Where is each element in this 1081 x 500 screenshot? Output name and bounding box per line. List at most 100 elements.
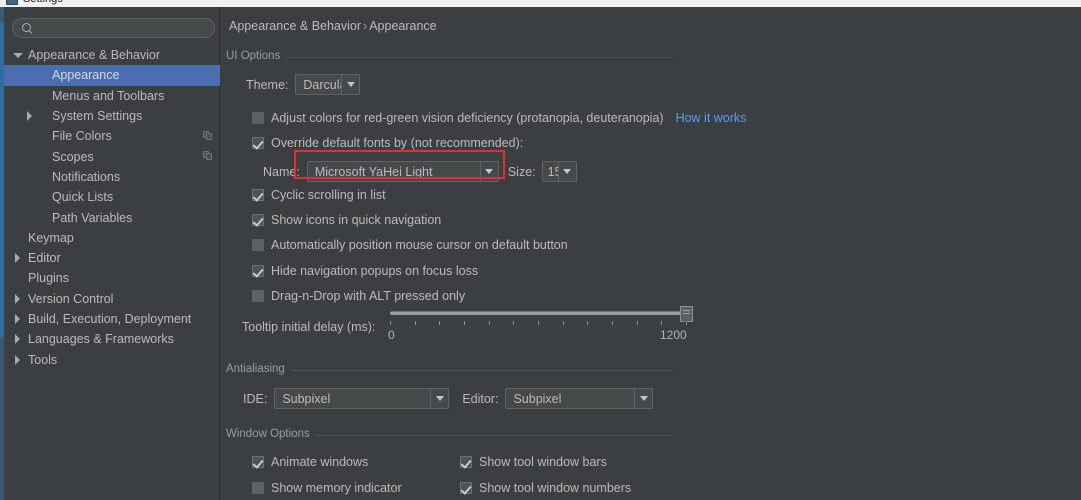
theme-label: Theme: bbox=[246, 77, 289, 92]
cyclic-scrolling-row: Cyclic scrolling in list bbox=[252, 188, 386, 202]
chevron-down-icon[interactable] bbox=[557, 162, 576, 181]
sidebar-item-file-colors[interactable]: File Colors bbox=[4, 126, 220, 146]
settings-content-panel: Appearance & Behavior › Appearance UI Opti… bbox=[221, 7, 1081, 500]
window-options-group-header: Window Options bbox=[226, 428, 673, 442]
chevron-right-icon[interactable] bbox=[12, 313, 24, 325]
override-fonts-row: Override default fonts by (not recommend… bbox=[252, 136, 523, 150]
font-name-combo[interactable]: Microsoft YaHei Light bbox=[306, 161, 499, 182]
theme-combo-value: Darcula bbox=[303, 77, 341, 92]
show-tool-window-numbers-checkbox[interactable] bbox=[460, 482, 472, 494]
ide-antialiasing-combo[interactable]: Subpixel bbox=[274, 388, 450, 409]
ui-options-group-header: UI Options bbox=[226, 50, 673, 64]
sidebar-item-editor[interactable]: Editor bbox=[4, 248, 220, 268]
chevron-down-icon[interactable] bbox=[341, 75, 360, 94]
sidebar-item-build-execution-deployment[interactable]: Build, Execution, Deployment bbox=[4, 309, 220, 329]
sidebar-item-languages-frameworks[interactable]: Languages & Frameworks bbox=[4, 329, 220, 349]
how-it-works-link[interactable]: How it works bbox=[676, 111, 747, 125]
sidebar-item-label: Path Variables bbox=[52, 210, 133, 225]
sidebar-item-version-control[interactable]: Version Control bbox=[4, 289, 220, 309]
slider-tick bbox=[414, 321, 416, 325]
ide-antialiasing-label: IDE: bbox=[243, 391, 268, 406]
chevron-right-icon[interactable] bbox=[12, 293, 24, 305]
animate-windows-row: Animate windows bbox=[252, 455, 368, 469]
slider-tick bbox=[661, 321, 663, 325]
chevron-down-icon[interactable] bbox=[634, 389, 653, 408]
antialiasing-group-header: Antialiasing bbox=[226, 363, 673, 377]
editor-antialiasing-value: Subpixel bbox=[513, 391, 562, 406]
tooltip-delay-ticks bbox=[390, 321, 687, 325]
tooltip-delay-max-label: 1200 bbox=[660, 328, 687, 342]
chevron-right-icon[interactable] bbox=[12, 252, 24, 264]
sidebar-item-label: Languages & Frameworks bbox=[28, 332, 174, 347]
sidebar-item-appearance-behavior[interactable]: Appearance & Behavior bbox=[4, 45, 220, 65]
breadcrumb: Appearance & Behavior › Appearance bbox=[229, 19, 437, 33]
font-name-value: Microsoft YaHei Light bbox=[314, 164, 433, 179]
auto-position-cursor-row: Automatically position mouse cursor on d… bbox=[252, 238, 568, 252]
sidebar-item-keymap[interactable]: Keymap bbox=[4, 228, 220, 248]
sidebar-item-label: Menus and Toolbars bbox=[52, 88, 165, 103]
tooltip-delay-thumb[interactable] bbox=[680, 306, 693, 323]
animate-windows-checkbox[interactable] bbox=[252, 456, 264, 468]
theme-row: Theme: Darcula bbox=[246, 74, 361, 95]
sidebar-item-scopes[interactable]: Scopes bbox=[4, 146, 220, 166]
show-tool-window-bars-checkbox[interactable] bbox=[460, 456, 472, 468]
copy-icon[interactable] bbox=[203, 151, 213, 161]
sidebar-item-appearance[interactable]: Appearance bbox=[4, 65, 220, 86]
font-size-value: 15 bbox=[547, 164, 558, 179]
search-icon bbox=[22, 22, 33, 34]
font-name-row: Name: Microsoft YaHei Light Size: 15 bbox=[263, 161, 577, 182]
slider-tick bbox=[562, 321, 564, 325]
cyclic-scrolling-checkbox[interactable] bbox=[252, 189, 264, 201]
sidebar-item-label: File Colors bbox=[52, 129, 112, 144]
settings-sidebar: Appearance & Behavior Appearance Menus and… bbox=[4, 7, 220, 500]
sidebar-item-plugins[interactable]: Plugins bbox=[4, 268, 220, 288]
slider-tick bbox=[390, 321, 391, 325]
chevron-down-icon[interactable] bbox=[430, 389, 449, 408]
chevron-right-icon[interactable] bbox=[12, 354, 24, 366]
drag-n-drop-alt-checkbox[interactable] bbox=[252, 290, 264, 302]
slider-tick bbox=[439, 321, 441, 325]
sidebar-item-tools[interactable]: Tools bbox=[4, 349, 220, 369]
auto-position-cursor-checkbox[interactable] bbox=[252, 239, 264, 251]
copy-icon[interactable] bbox=[203, 131, 213, 141]
adjust-colors-label: Adjust colors for red-green vision defic… bbox=[271, 111, 664, 125]
adjust-colors-checkbox[interactable] bbox=[252, 112, 264, 124]
slider-tick bbox=[612, 321, 613, 325]
chevron-down-icon[interactable] bbox=[12, 49, 24, 61]
slider-tick bbox=[513, 321, 515, 325]
chevron-right-icon[interactable] bbox=[12, 333, 24, 345]
window-options-group-title: Window Options bbox=[226, 428, 316, 440]
show-icons-quick-nav-checkbox[interactable] bbox=[252, 214, 264, 226]
chevron-right-icon[interactable] bbox=[24, 110, 36, 122]
font-size-combo[interactable]: 15 bbox=[541, 161, 577, 182]
show-memory-indicator-checkbox[interactable] bbox=[252, 482, 264, 494]
sidebar-item-label: Plugins bbox=[28, 271, 69, 286]
editor-antialiasing-combo[interactable]: Subpixel bbox=[505, 388, 654, 409]
hide-nav-popups-row: Hide navigation popups on focus loss bbox=[252, 264, 478, 278]
chevron-down-icon[interactable] bbox=[479, 162, 498, 181]
search-input[interactable] bbox=[33, 19, 214, 37]
sidebar-item-system-settings[interactable]: System Settings bbox=[4, 106, 220, 126]
override-fonts-checkbox[interactable] bbox=[252, 137, 264, 149]
window-title: Settings bbox=[23, 0, 63, 5]
sidebar-item-quick-lists[interactable]: Quick Lists bbox=[4, 187, 220, 207]
breadcrumb-root[interactable]: Appearance & Behavior bbox=[229, 19, 361, 33]
sidebar-item-menus-and-toolbars[interactable]: Menus and Toolbars bbox=[4, 86, 220, 106]
show-icons-quick-nav-label: Show icons in quick navigation bbox=[271, 213, 442, 227]
theme-combo[interactable]: Darcula bbox=[295, 74, 361, 95]
sidebar-item-label: Appearance & Behavior bbox=[28, 48, 161, 63]
sidebar-item-path-variables[interactable]: Path Variables bbox=[4, 207, 220, 227]
hide-nav-popups-checkbox[interactable] bbox=[252, 265, 264, 277]
sidebar-search[interactable] bbox=[12, 18, 215, 38]
sidebar-item-notifications[interactable]: Notifications bbox=[4, 167, 220, 187]
override-fonts-label: Override default fonts by (not recommend… bbox=[271, 136, 524, 150]
group-divider-line bbox=[226, 370, 673, 371]
tooltip-delay-track[interactable] bbox=[390, 311, 687, 315]
